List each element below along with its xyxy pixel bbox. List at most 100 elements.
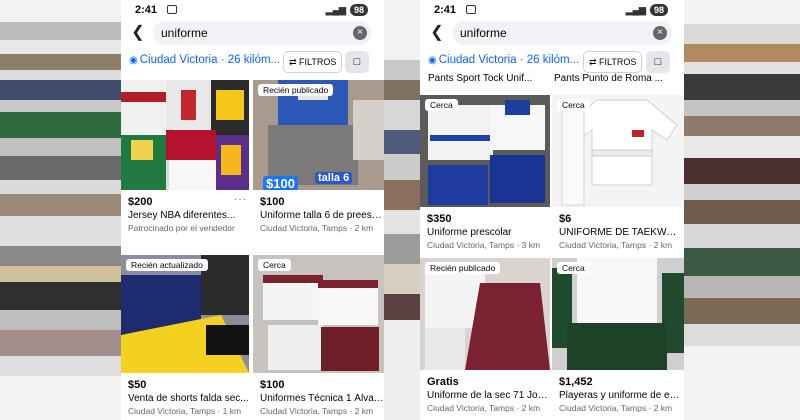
location-pin-icon: ◉ bbox=[428, 55, 437, 66]
search-input[interactable]: uniforme × bbox=[153, 21, 372, 45]
listing-badge: Cerca bbox=[557, 262, 590, 274]
search-input[interactable]: uniforme × bbox=[452, 21, 672, 45]
listing-price: Gratis bbox=[427, 376, 459, 388]
overlay-price: $100 bbox=[263, 176, 298, 190]
listing-price: $1,452 bbox=[559, 376, 593, 388]
signal-icon: ▂▄▆ bbox=[625, 4, 646, 15]
nba-jerseys-image bbox=[121, 80, 249, 190]
listing-image: Cerca bbox=[552, 258, 684, 370]
listing-subtitle: Ciudad Victoria, Tamps · 1 km bbox=[128, 406, 242, 416]
location-filter-row: ◉ Ciudad Victoria · 26 kilóm... ⇄ FILTROS… bbox=[420, 50, 684, 74]
listing-title: Uniforme de la sec 71 Jos... bbox=[427, 390, 549, 401]
gallery-icon bbox=[167, 5, 177, 14]
listing-card[interactable]: Recién publicado Gratis Uniforme de la s… bbox=[420, 258, 550, 420]
listing-image: Cerca bbox=[420, 95, 550, 207]
blurred-background-middle bbox=[384, 0, 420, 420]
filters-icon: ⇄ bbox=[289, 57, 300, 67]
blurred-background-right bbox=[684, 0, 800, 420]
white-blue-prescolar-image bbox=[420, 95, 550, 207]
listing-title: Venta de shorts falda sec... bbox=[128, 393, 249, 404]
overlay-size: talla 6 bbox=[315, 172, 353, 184]
listing-image: Cerca bbox=[253, 255, 384, 373]
search-query: uniforme bbox=[460, 26, 507, 40]
location-filter-row: ◉ Ciudad Victoria · 26 kilóm... ⇄ FILTROS… bbox=[121, 50, 384, 74]
listing-subtitle: Ciudad Victoria, Tamps · 2 km bbox=[260, 406, 374, 416]
listing-badge: Cerca bbox=[557, 99, 590, 111]
location-link[interactable]: ◉ Ciudad Victoria · 26 kilóm... bbox=[129, 54, 280, 66]
listing-image: Cerca bbox=[552, 95, 684, 207]
listing-badge: Recién publicado bbox=[258, 84, 334, 96]
listing-badge: Recién actualizado bbox=[126, 259, 208, 271]
listing-subtitle: Ciudad Victoria, Tamps · 3 km bbox=[427, 240, 541, 250]
right-phone-screen: 2:41 ▂▄▆ 98 ❮ uniforme × ◉ Ciudad Victori… bbox=[420, 0, 684, 420]
listing-subtitle: Ciudad Victoria, Tamps · 2 km bbox=[427, 403, 541, 413]
filters-icon: ⇄ bbox=[589, 57, 600, 67]
location-link[interactable]: ◉ Ciudad Victoria · 26 kilóm... bbox=[428, 54, 579, 66]
listing-card[interactable]: Cerca $100 Uniformes Técnica 1 Álvar... … bbox=[253, 255, 384, 420]
listing-price: $6 bbox=[559, 213, 572, 225]
listing-badge: Cerca bbox=[425, 99, 458, 111]
yellow-black-uniform-image bbox=[121, 255, 249, 373]
listing-title: UNIFORME DE TAEKWON... bbox=[559, 227, 683, 238]
filters-button[interactable]: ⇄ FILTROS bbox=[583, 51, 643, 73]
listing-badge: Recién publicado bbox=[425, 262, 501, 274]
filters-label: FILTROS bbox=[299, 57, 337, 67]
status-time: 2:41 bbox=[135, 4, 158, 16]
listing-image: Recién actualizado bbox=[121, 255, 249, 373]
maroon-school-uniform-image bbox=[420, 258, 550, 370]
listing-price: $50 bbox=[128, 379, 147, 391]
location-label: Ciudad Victoria · 26 kilóm... bbox=[438, 54, 580, 66]
listing-card[interactable]: Cerca $350 Uniforme prescolar Ciudad Vic… bbox=[420, 95, 550, 255]
taekwondo-uniform-image bbox=[552, 95, 684, 207]
signal-icon: ▂▄▆ bbox=[325, 4, 346, 15]
listing-card[interactable]: Cerca $1,452 Playeras y uniforme de ed..… bbox=[552, 258, 684, 420]
listing-card[interactable]: Recién actualizado $50 Venta de shorts f… bbox=[121, 255, 251, 420]
status-bar: 2:41 ▂▄▆ 98 bbox=[420, 2, 684, 18]
blurred-background-left bbox=[0, 0, 121, 420]
back-arrow-icon[interactable]: ❮ bbox=[129, 24, 147, 42]
battery-badge: 98 bbox=[349, 4, 368, 16]
listing-subtitle: Ciudad Victoria, Tamps · 2 km bbox=[260, 223, 374, 233]
listing-title: Uniformes Técnica 1 Álvar... bbox=[260, 393, 384, 404]
partial-listing-title: Pants Punto de Roma ... bbox=[554, 73, 663, 84]
search-bar-row: ❮ uniforme × bbox=[121, 20, 384, 46]
filters-button[interactable]: ⇄ FILTROS bbox=[283, 51, 343, 73]
gallery-icon bbox=[466, 5, 476, 14]
bookmark-icon[interactable]: □ bbox=[345, 51, 369, 73]
clear-icon[interactable]: × bbox=[353, 26, 367, 40]
status-time: 2:41 bbox=[434, 4, 457, 16]
status-bar: 2:41 ▂▄▆ 98 bbox=[121, 2, 384, 18]
listing-subtitle: Patrocinado por el vendedor bbox=[128, 223, 235, 233]
listing-title: Jersey NBA diferentes... bbox=[128, 210, 236, 221]
clear-icon[interactable]: × bbox=[653, 26, 667, 40]
listing-image: Recién publicado $100 talla 6 bbox=[253, 80, 384, 190]
search-bar-row: ❮ uniforme × bbox=[420, 20, 684, 46]
left-phone-screen: 2:41 ▂▄▆ 98 ❮ uniforme × ◉ Ciudad Victori… bbox=[121, 0, 384, 420]
listing-badge: Cerca bbox=[258, 259, 291, 271]
location-label: Ciudad Victoria · 26 kilóm... bbox=[139, 54, 281, 66]
more-icon[interactable]: ··· bbox=[234, 194, 247, 205]
listing-card[interactable]: $200 ··· Jersey NBA diferentes... Patroc… bbox=[121, 80, 251, 250]
listing-title: Uniforme talla 6 de preesc... bbox=[260, 210, 384, 221]
maroon-white-uniforms-image bbox=[253, 255, 384, 373]
white-green-uniform-image bbox=[552, 258, 684, 370]
partial-listing-title: Pants Sport Tock Unif... bbox=[428, 73, 533, 84]
listing-price: $350 bbox=[427, 213, 452, 225]
listing-card[interactable]: Recién publicado $100 talla 6 $100 Unifo… bbox=[253, 80, 384, 250]
listing-price: $100 bbox=[260, 379, 285, 391]
listing-image: Recién publicado bbox=[420, 258, 550, 370]
location-pin-icon: ◉ bbox=[129, 55, 138, 66]
listing-price: $100 bbox=[260, 196, 285, 208]
search-query: uniforme bbox=[161, 26, 208, 40]
listing-price: $200 bbox=[128, 196, 153, 208]
filters-label: FILTROS bbox=[599, 57, 637, 67]
battery-badge: 98 bbox=[649, 4, 668, 16]
back-arrow-icon[interactable]: ❮ bbox=[428, 24, 446, 42]
bookmark-icon[interactable]: □ bbox=[646, 51, 670, 73]
listing-title: Uniforme prescolar bbox=[427, 227, 512, 238]
listing-subtitle: Ciudad Victoria, Tamps · 2 km bbox=[559, 403, 673, 413]
listing-subtitle: Ciudad Victoria, Tamps · 2 km bbox=[559, 240, 673, 250]
listing-card[interactable]: Cerca $6 UNIFORME DE TAEKWON... Ciudad V… bbox=[552, 95, 684, 255]
listing-title: Playeras y uniforme de ed... bbox=[559, 390, 683, 401]
listing-image bbox=[121, 80, 249, 190]
